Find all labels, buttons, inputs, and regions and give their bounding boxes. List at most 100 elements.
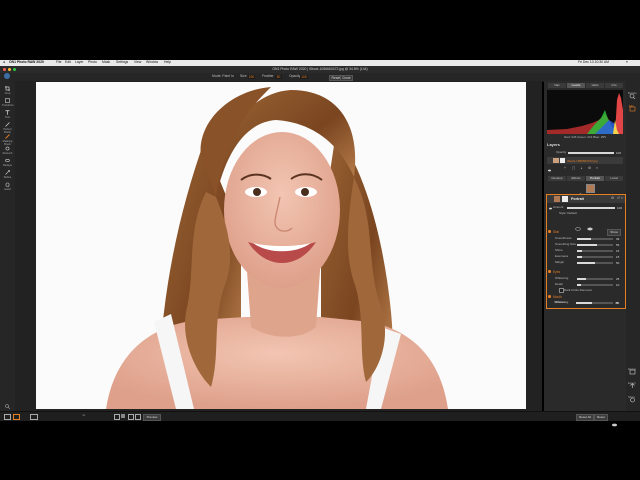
skin-margin-slider[interactable] — [577, 262, 613, 264]
amount-slider[interactable] — [567, 207, 615, 209]
duplicate-layer-icon[interactable]: ▢ — [572, 166, 575, 170]
reset-bottom-button[interactable]: Reset — [594, 413, 608, 421]
layer-row[interactable]: iStock-1056663472.jpg — [547, 157, 623, 172]
tool-perfect-brush[interactable]: Perfect Brush — [2, 122, 13, 134]
tool-redeye[interactable]: Redeye — [2, 158, 13, 167]
face-view-icon[interactable] — [574, 218, 582, 231]
menu-help[interactable]: Help — [164, 60, 171, 64]
tool-text[interactable]: Text — [2, 110, 13, 119]
subtab-local[interactable]: Local — [605, 176, 623, 181]
menu-layer[interactable]: Layer — [75, 60, 83, 64]
brush-tip-icon[interactable] — [313, 74, 318, 87]
portrait-settings-icon[interactable]: ⚙ — [611, 196, 614, 200]
fill-icon[interactable] — [121, 414, 125, 418]
feather-field[interactable]: 50 — [275, 74, 282, 79]
help-icon[interactable] — [5, 403, 10, 416]
masking-brush-icon — [5, 134, 10, 139]
menu-file[interactable]: File — [56, 60, 61, 64]
tool-hand[interactable]: Hand — [2, 182, 13, 191]
crop-icon — [5, 86, 10, 91]
menu-view[interactable]: View — [134, 60, 141, 64]
delete-layer-icon[interactable]: × — [596, 166, 598, 170]
visibility-eye-icon[interactable] — [548, 159, 551, 172]
module-edit[interactable]: Edit — [628, 99, 638, 112]
module-resize[interactable]: Resize — [628, 362, 638, 375]
portrait-face-thumb — [554, 196, 560, 202]
reset-all-button[interactable]: Reset All — [576, 413, 594, 421]
portrait-visibility-icon[interactable] — [549, 197, 552, 210]
merge-layer-icon[interactable]: ⇣ — [580, 166, 583, 170]
style-select[interactable]: Style: Default — [559, 212, 577, 215]
portrait-close-icon[interactable]: × — [621, 196, 623, 200]
redeye-icon — [5, 158, 10, 163]
preview-button[interactable]: Preview — [143, 413, 161, 421]
done-button[interactable]: Done — [340, 74, 354, 81]
skin-size-slider[interactable] — [577, 244, 613, 246]
settings-gear-icon[interactable] — [322, 74, 327, 87]
tool-crop[interactable]: Crop — [2, 86, 13, 95]
tool-refine[interactable]: Refine — [2, 170, 13, 179]
layer-opacity-slider[interactable] — [568, 152, 614, 154]
show-skin-mask-button[interactable]: Show — [607, 229, 621, 236]
face-mask-icon[interactable] — [587, 218, 593, 231]
retouch-icon — [5, 146, 10, 151]
subtab-develop[interactable]: Develop — [548, 176, 566, 181]
add-face-icon[interactable] — [578, 185, 583, 198]
skin-title: Skin — [553, 230, 560, 234]
menu-edit[interactable]: Edit — [65, 60, 71, 64]
app-menu[interactable]: ON1 Photo RAW 2020 — [9, 60, 44, 64]
zoom-out-icon[interactable]: ◂▸ — [82, 413, 85, 417]
module-label: Export — [628, 382, 636, 385]
eye-detail-label: Detail — [555, 282, 563, 286]
overlay-icon[interactable] — [135, 414, 141, 420]
add-layer-icon[interactable]: + — [564, 166, 566, 170]
module-browse[interactable]: Browse — [628, 86, 638, 100]
zoom-icon[interactable] — [5, 396, 11, 410]
mouth-vibrance-slider[interactable] — [576, 302, 612, 304]
eyes-enable-toggle[interactable] — [548, 270, 551, 273]
tool-label: Text — [5, 115, 10, 119]
portrait-reset-icon[interactable]: ↺ — [617, 196, 620, 200]
module-export[interactable]: Export — [628, 376, 638, 388]
tool-masking-brush[interactable]: Masking Brush — [2, 134, 13, 146]
tool-transform[interactable]: Transform — [2, 98, 14, 107]
filmstrip-toggle-icon[interactable] — [13, 414, 20, 420]
tab-histo[interactable]: Histo — [586, 83, 604, 88]
photo-canvas[interactable] — [36, 82, 526, 409]
tab-info[interactable]: Info — [605, 83, 623, 88]
skin-evenness-slider[interactable] — [577, 256, 613, 258]
subtab-portrait[interactable]: Portrait — [586, 176, 604, 181]
subtab-effects[interactable]: Effects — [567, 176, 585, 181]
tool-label: Perfect Brush — [3, 127, 12, 134]
tool-retouch[interactable]: Retouch — [2, 146, 13, 155]
tab-levels[interactable]: Levels — [567, 83, 585, 88]
size-field[interactable]: 150 — [248, 74, 255, 79]
compare-view-icon[interactable] — [30, 414, 38, 420]
face-thumbnail[interactable] — [586, 184, 595, 193]
menu-settings[interactable]: Settings — [116, 60, 128, 64]
eye-whitening-slider[interactable] — [577, 278, 613, 280]
skin-evenness-value: 15 — [616, 255, 620, 259]
opacity-field[interactable]: 100 — [300, 74, 308, 79]
before-after-icon[interactable] — [612, 414, 617, 427]
brush-icon — [5, 122, 10, 127]
menu-photo[interactable]: Photo — [88, 60, 97, 64]
eye-detail-slider[interactable] — [577, 284, 613, 286]
menu-window[interactable]: Window — [146, 60, 158, 64]
skin-enable-toggle[interactable] — [548, 230, 551, 233]
apple-icon[interactable]: ● — [3, 60, 5, 64]
layer-settings-icon[interactable]: ⚙ — [588, 166, 591, 170]
menu-mask[interactable]: Mask — [102, 60, 110, 64]
skin-smoothness-slider[interactable] — [577, 238, 613, 240]
menu-list-icon[interactable]: ≡ — [626, 60, 628, 64]
view-options-icon[interactable] — [128, 414, 134, 420]
tab-nav[interactable]: Nav — [548, 83, 566, 88]
skin-shine-slider[interactable] — [577, 250, 613, 252]
panel-toggle-icon[interactable] — [4, 414, 11, 420]
mode-select[interactable]: Mode: Paint In — [212, 74, 234, 78]
layer-opacity-label: Opacity — [556, 150, 567, 154]
mouth-enable-toggle[interactable] — [548, 295, 551, 298]
mask-view-icon[interactable] — [114, 414, 120, 420]
mouth-title: Mouth — [553, 295, 562, 299]
module-share[interactable]: Share — [628, 390, 638, 403]
